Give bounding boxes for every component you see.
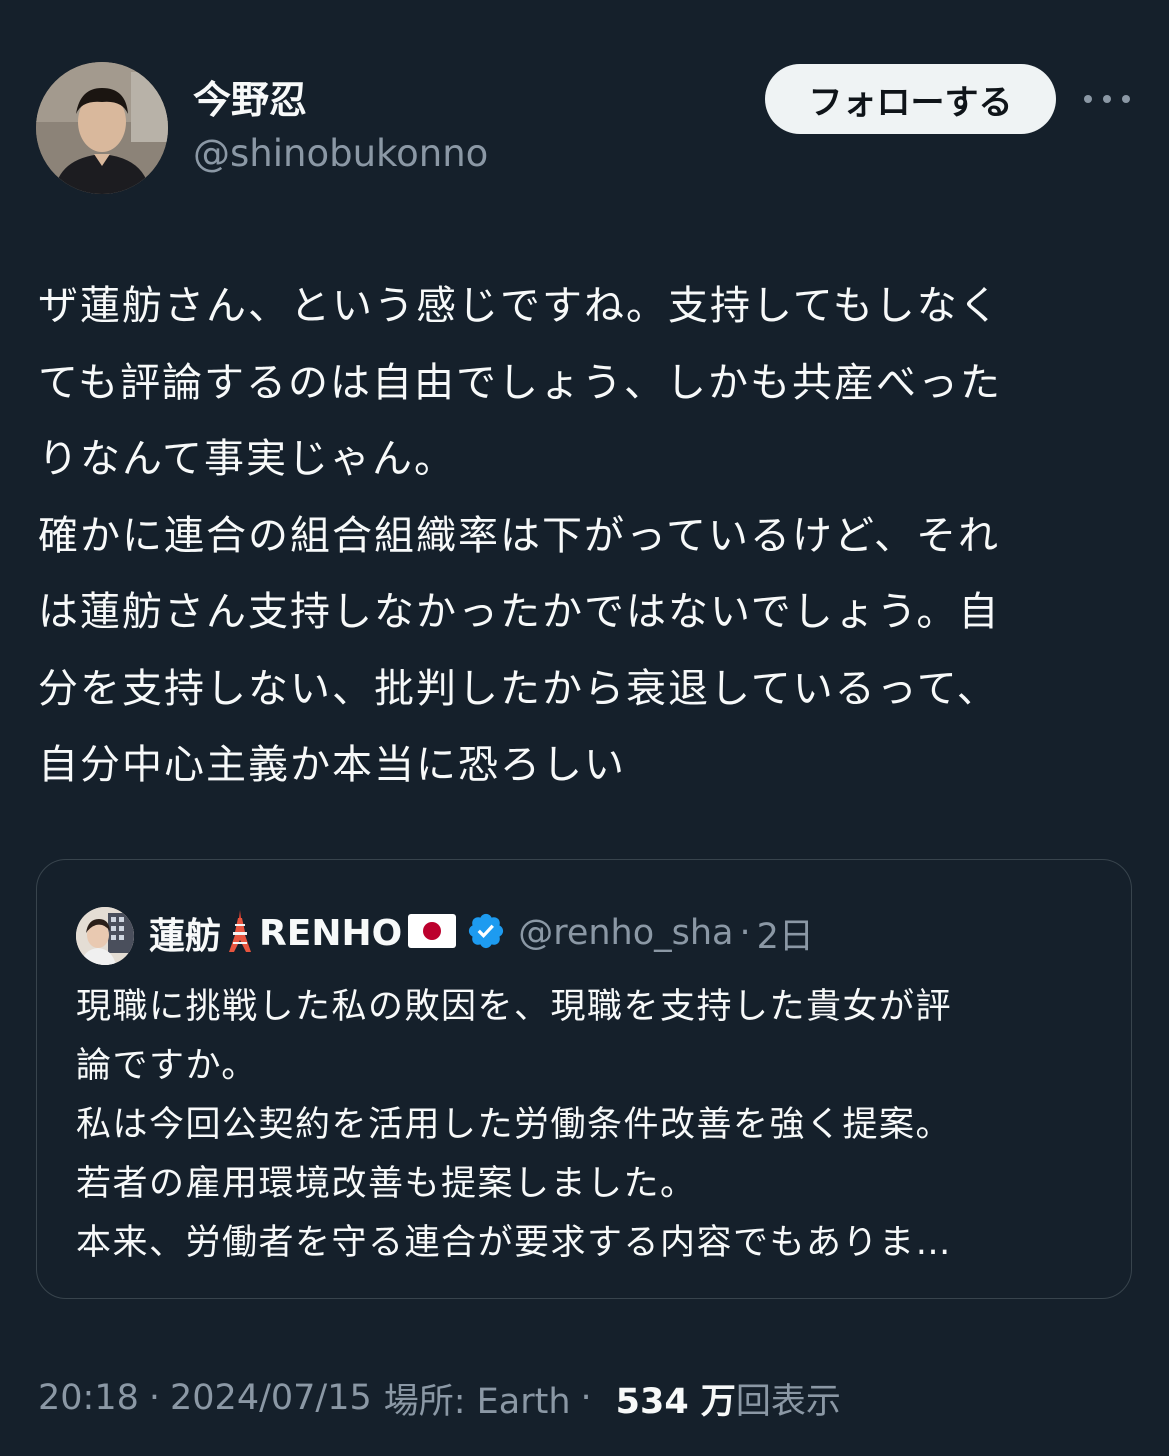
quoted-tweet-text: 現職に挑戦した私の敗因を、現職を支持した貴女が評 論ですか。 私は今回公契約を活… <box>76 978 1106 1273</box>
quoted-text-line: 私は今回公契約を活用した労働条件改善を強く提案。 <box>76 1105 953 1145</box>
quoted-author-name-suffix[interactable]: RENHO <box>259 913 402 954</box>
quoted-author-avatar[interactable] <box>76 907 134 965</box>
quoted-author-handle[interactable]: @renho_sha <box>518 913 733 953</box>
quoted-text-line: 現職に挑戦した私の敗因を、現職を支持した貴女が評 <box>76 987 953 1027</box>
quoted-author-name[interactable]: 蓮舫 <box>149 907 221 959</box>
tweet-time[interactable]: 20:18 <box>38 1378 139 1418</box>
tweet-text-line: は蓮舫さん支持しなかったかではないでしょう。自 <box>38 589 1001 635</box>
dot <box>1103 95 1111 103</box>
tweet-text-line: りなんて事実じゃん。 <box>38 436 456 482</box>
japan-flag-icon <box>408 914 457 952</box>
quoted-text-line: 論ですか。 <box>76 1046 258 1086</box>
tweet-text-line: ても評論するのは自由でしょう、しかも共産べった <box>38 359 1002 406</box>
verified-badge-icon <box>466 911 506 955</box>
separator-dot: · <box>580 1378 592 1418</box>
tweet-metadata: 20:18 · 2024/07/15 場所: Earth · 534 万 回表示 <box>38 1374 841 1422</box>
quoted-author-photo <box>76 907 134 965</box>
tweet-text-line: ザ蓮舫さん、という感じですね。支持してもしなく <box>38 283 1001 329</box>
tweet-text-line: 確かに連合の組合組織率は下がっているけど、それ <box>38 512 1000 559</box>
author-photo <box>36 62 168 194</box>
separator-dot: · <box>148 1378 161 1418</box>
quoted-text-line: 本来、労働者を守る連合が要求する内容でもありま… <box>76 1223 953 1263</box>
more-options-icon[interactable] <box>1084 84 1130 114</box>
tweet-date[interactable]: 2024/07/15 <box>170 1378 372 1418</box>
view-count: 534 万 <box>615 1381 736 1422</box>
author-avatar[interactable] <box>36 62 168 194</box>
tweet-text-line: 分を支持しない、批判したから衰退しているって、 <box>38 665 999 712</box>
quoted-tweet-header: 蓮舫 RENHO @renho_sha · 2日 <box>149 908 814 958</box>
dot <box>1122 95 1130 103</box>
dot <box>1084 95 1092 103</box>
follow-button[interactable]: フォローする <box>765 64 1056 134</box>
tokyo-tower-icon <box>227 910 253 956</box>
author-display-name[interactable]: 今野忍 <box>193 76 307 124</box>
quoted-tweet-card[interactable]: 蓮舫 RENHO @renho_sha · 2日 現職に挑戦した私の敗因を、現職… <box>36 859 1132 1299</box>
author-handle[interactable]: @shinobukonno <box>193 130 488 178</box>
tweet-location: 場所: Earth <box>383 1381 571 1422</box>
separator-dot: · <box>739 913 751 953</box>
quoted-text-line: 若者の雇用環境改善も提案しました。 <box>76 1164 697 1204</box>
view-count-label: 回表示 <box>735 1381 841 1422</box>
quoted-tweet-time[interactable]: 2日 <box>757 908 814 959</box>
tweet-text: ザ蓮舫さん、という感じですね。支持してもしなく ても評論するのは自由でしょう、し… <box>38 268 1138 804</box>
tweet-text-line: 自分中心主義か本当に恐ろしい <box>38 742 626 788</box>
tweet-view: 今野忍 @shinobukonno フォローする ザ蓮舫さん、という感じですね。… <box>0 0 1169 1456</box>
